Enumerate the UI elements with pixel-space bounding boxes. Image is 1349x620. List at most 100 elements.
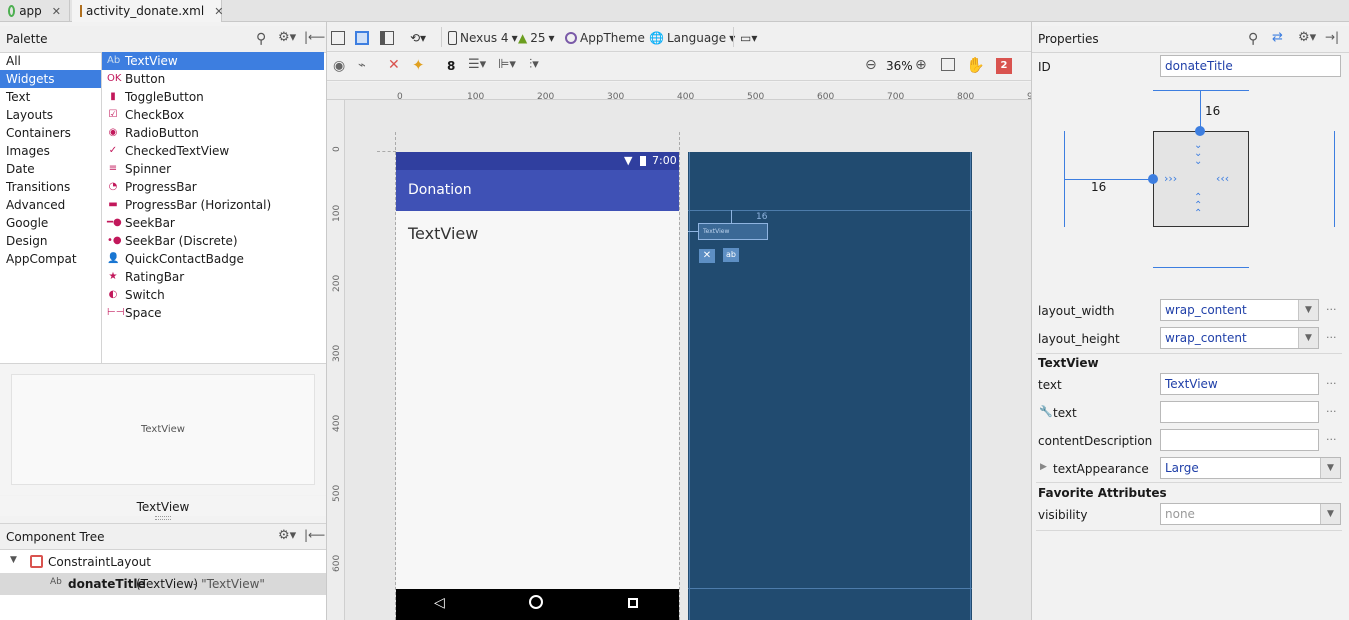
baseline-button[interactable]: ab (723, 248, 739, 262)
align-icon[interactable]: ⊫▾ (498, 57, 516, 72)
both-view-button[interactable] (380, 28, 394, 48)
more-icon[interactable]: ··· (1326, 331, 1337, 344)
infer-constraints-icon[interactable]: ✦ (412, 56, 425, 74)
palette-category-text[interactable]: Text (0, 88, 101, 106)
pan-hand-icon[interactable]: ✋ (966, 56, 985, 74)
guidelines-icon[interactable]: ⫶▾ (529, 57, 539, 72)
palette-category-date[interactable]: Date (0, 160, 101, 178)
progressbar-icon: ◔ (108, 181, 118, 192)
tab-app[interactable]: app ✕ (0, 0, 70, 22)
search-icon[interactable]: ⚲ (1248, 31, 1258, 47)
resize-handle[interactable] (155, 516, 171, 520)
palette-category-transitions[interactable]: Transitions (0, 178, 101, 196)
pin-icon[interactable]: |⟵ (304, 528, 325, 542)
search-icon[interactable]: ⚲ (256, 31, 266, 47)
show-constraints-icon[interactable]: ◉ (333, 58, 345, 74)
tree-row-constraintlayout[interactable]: ▼ ConstraintLayout (0, 552, 326, 572)
clear-constraints-icon[interactable]: ✕ (388, 57, 400, 73)
left-anchor[interactable] (1148, 174, 1158, 184)
palette-widget-item[interactable]: ✓ CheckedTextView (102, 142, 324, 160)
palette-widget-item[interactable]: ★ RatingBar (102, 268, 324, 286)
pin-icon[interactable]: |⟵ (304, 30, 325, 44)
id-field[interactable]: donateTitle (1160, 55, 1341, 77)
tools-text-field[interactable] (1160, 401, 1319, 423)
margin-top-value[interactable]: 16 (1205, 104, 1220, 118)
gear-icon[interactable]: ⚙▾ (1298, 30, 1316, 45)
more-icon[interactable]: ··· (1326, 303, 1337, 316)
default-margin[interactable]: 8 (447, 59, 455, 73)
palette-category-advanced[interactable]: Advanced (0, 196, 101, 214)
palette-widget-label: Space (125, 306, 162, 320)
tab-activity-donate[interactable]: activity_donate.xml ✕ (72, 0, 223, 22)
gear-icon[interactable]: ⚙▾ (278, 30, 296, 45)
palette-widget-item[interactable]: Ab TextView (102, 52, 324, 70)
zoom-out-icon[interactable]: ⊖ (865, 57, 877, 73)
recents-icon[interactable] (628, 598, 638, 608)
palette-widget-item[interactable]: •● SeekBar (Discrete) (102, 232, 324, 250)
autoconnect-icon[interactable]: ⌁ (358, 58, 366, 73)
width-wrap-right-icon[interactable]: ‹‹‹ (1216, 172, 1229, 185)
content-description-field[interactable] (1160, 429, 1319, 451)
layout-variants-button[interactable]: ▭▾ (740, 28, 757, 48)
zoom-level: 36% (886, 59, 913, 73)
palette-widget-item[interactable]: ▮ ToggleButton (102, 88, 324, 106)
blueprint-textview[interactable]: TextView (698, 223, 768, 240)
pack-icon[interactable]: ☰▾ (468, 57, 486, 72)
close-icon[interactable]: ✕ (214, 5, 223, 18)
palette-widget-item[interactable]: ◐ Switch (102, 286, 324, 304)
palette-widget-item[interactable]: ━● SeekBar (102, 214, 324, 232)
back-icon[interactable]: ◁ (434, 595, 445, 611)
layout-height-dropdown[interactable]: wrap_content ▼ (1160, 327, 1319, 349)
palette-category-appcompat[interactable]: AppCompat (0, 250, 101, 268)
more-icon[interactable]: ··· (1326, 433, 1337, 446)
home-icon[interactable] (529, 595, 543, 609)
top-anchor[interactable] (1195, 126, 1205, 136)
palette-widget-item[interactable]: ◔ ProgressBar (102, 178, 324, 196)
expand-arrow-icon[interactable]: ▶ (1040, 462, 1047, 472)
text-field[interactable]: TextView (1160, 373, 1319, 395)
width-wrap-icon[interactable]: ››› (1164, 172, 1177, 185)
tree-row-donatetitle[interactable]: Ab donateTitle (TextView) - "TextView" (0, 573, 326, 595)
palette-category-widgets[interactable]: Widgets (0, 70, 101, 88)
blueprint-view-button[interactable] (355, 28, 369, 48)
palette-category-images[interactable]: Images (0, 142, 101, 160)
issues-badge[interactable]: 2 (996, 58, 1012, 74)
gear-icon[interactable]: ⚙▾ (278, 528, 296, 543)
design-canvas[interactable]: 0 100 200 300 400 500 600 700 800 9 0 100 200 300 400… (327, 82, 1031, 620)
visibility-dropdown[interactable]: none ▼ (1160, 503, 1341, 525)
theme-dropdown[interactable]: AppTheme (565, 28, 645, 48)
height-wrap-icon[interactable]: ⌄ ⌄ ⌄ (1194, 141, 1202, 167)
palette-category-all[interactable]: All (0, 52, 101, 70)
text-appearance-dropdown[interactable]: Large ▼ (1160, 457, 1341, 479)
palette-category-layouts[interactable]: Layouts (0, 106, 101, 124)
palette-widget-item[interactable]: ⊢⊣ Space (102, 304, 324, 322)
zoom-fit-icon[interactable] (941, 58, 955, 71)
palette-widget-item[interactable]: 👤 QuickContactBadge (102, 250, 324, 268)
palette-widget-item[interactable]: ☑ CheckBox (102, 106, 324, 124)
height-wrap-bottom-icon[interactable]: ⌃ ⌃ ⌃ (1194, 193, 1202, 219)
more-icon[interactable]: ··· (1326, 377, 1337, 390)
more-icon[interactable]: ··· (1326, 405, 1337, 418)
palette-category-google[interactable]: Google (0, 214, 101, 232)
delete-constraint-button[interactable]: ✕ (699, 249, 715, 263)
swap-view-icon[interactable]: ⇄ (1272, 30, 1283, 45)
palette-category-containers[interactable]: Containers (0, 124, 101, 142)
language-dropdown[interactable]: 🌐Language▾ (649, 28, 735, 48)
design-view-button[interactable] (331, 28, 345, 48)
device-dropdown[interactable]: Nexus 4 ▾ (448, 28, 518, 48)
palette-widget-item[interactable]: ▬ ProgressBar (Horizontal) (102, 196, 324, 214)
api-dropdown[interactable]: ▲ 25 ▾ (518, 28, 555, 48)
palette-category-design[interactable]: Design (0, 232, 101, 250)
palette-widget-item[interactable]: OK Button (102, 70, 324, 88)
pin-icon[interactable]: →| (1325, 30, 1339, 44)
margin-left-value[interactable]: 16 (1091, 180, 1106, 194)
zoom-in-icon[interactable]: ⊕ (915, 57, 927, 73)
close-icon[interactable]: ✕ (52, 5, 61, 18)
ruler-tick-label: 600 (817, 92, 835, 102)
layout-width-dropdown[interactable]: wrap_content ▼ (1160, 299, 1319, 321)
expand-arrow-icon[interactable]: ▼ (10, 555, 17, 565)
donate-title-preview[interactable]: TextView (408, 224, 478, 243)
orientation-button[interactable]: ⟲▾ (410, 28, 426, 48)
palette-widget-item[interactable]: ◉ RadioButton (102, 124, 324, 142)
palette-widget-item[interactable]: ≡ Spinner (102, 160, 324, 178)
